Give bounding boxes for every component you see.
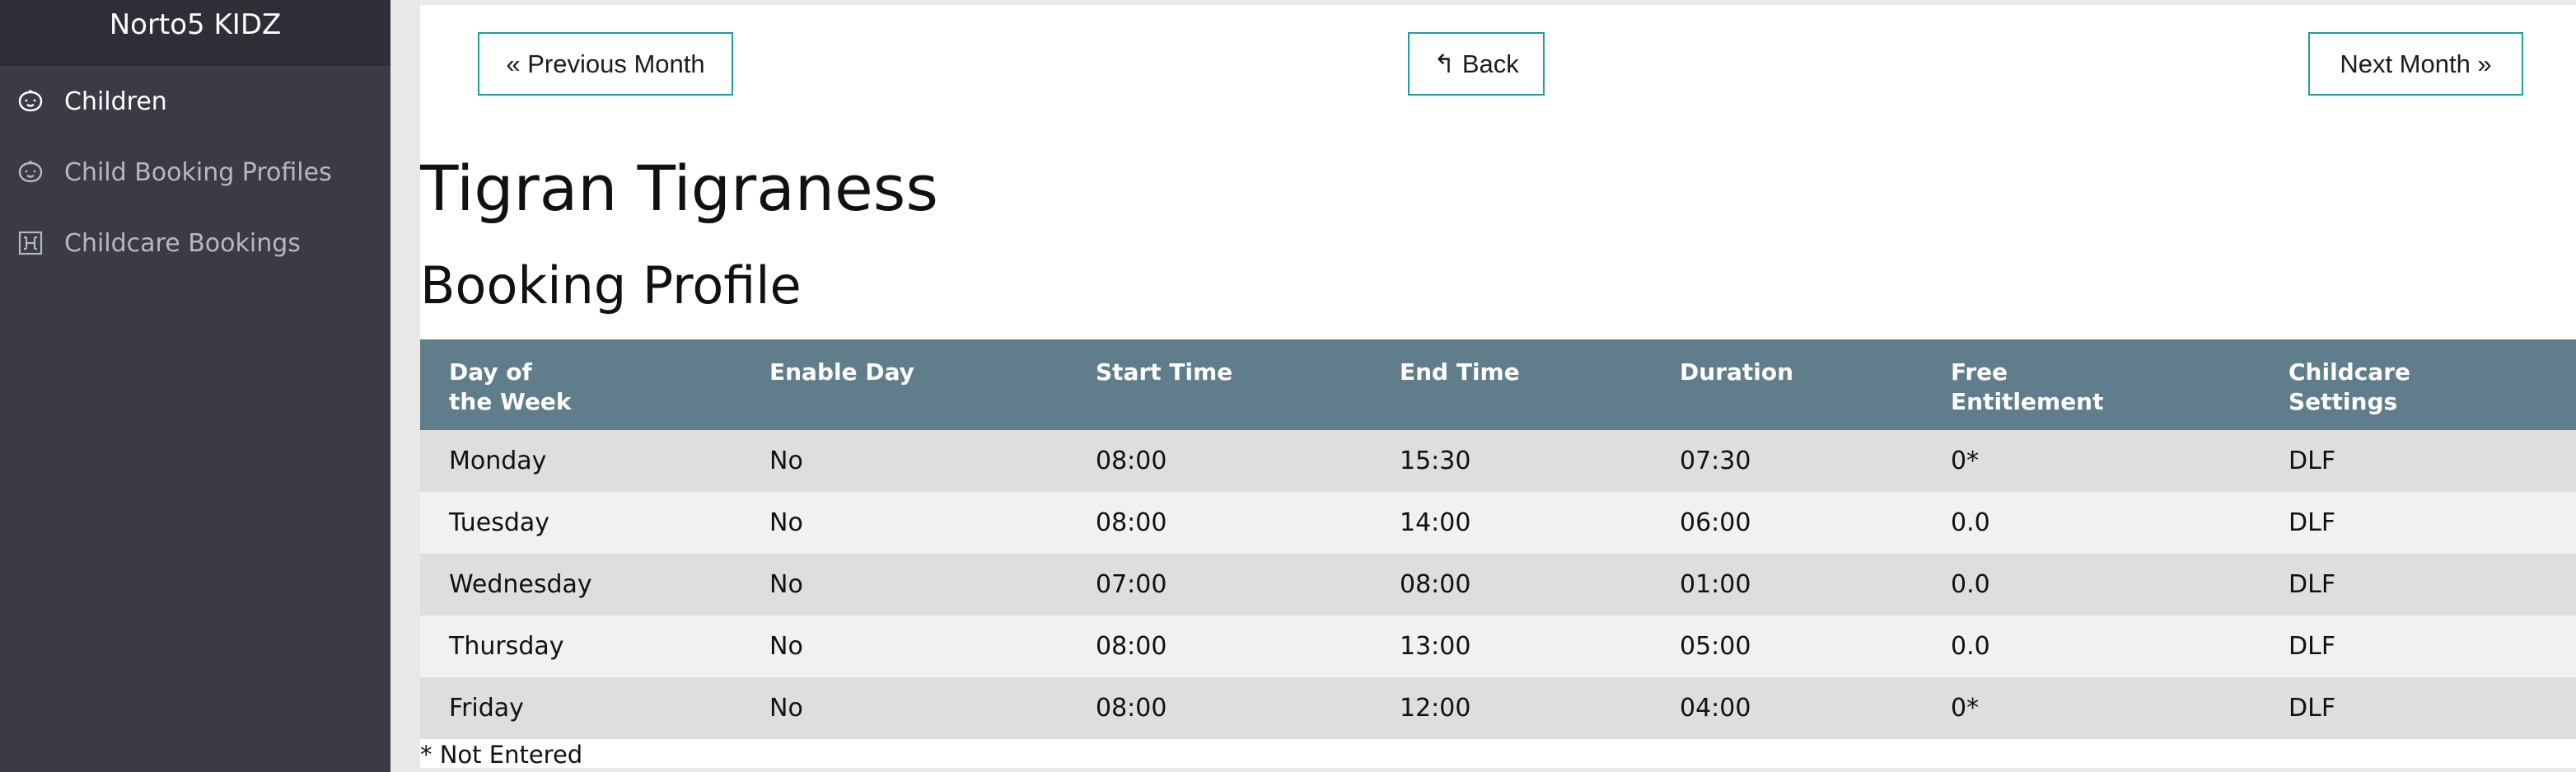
footnote: * Not Entered [420,741,583,768]
table-cell: DLF [2288,554,2576,615]
sidebar-item-label: Childcare Bookings [64,228,301,258]
table-cell: DLF [2288,430,2576,492]
table-cell: 0* [1951,430,2288,492]
table-cell: 15:30 [1400,430,1680,492]
table-row: Friday No 08:00 12:00 04:00 0* DLF [420,677,2576,739]
calendar-h-icon [16,229,44,257]
table-cell: 0* [1951,677,2288,739]
sidebar-item-child-booking-profiles[interactable]: Child Booking Profiles [0,137,390,208]
header-text: Duration [1680,358,1794,386]
table-cell: 0.0 [1951,554,2288,615]
booking-profile-heading: Booking Profile [420,255,802,316]
table-cell: DLF [2288,677,2576,739]
table-cell: Friday [420,677,769,739]
back-button[interactable]: ↰ Back [1408,32,1545,96]
header-text: Free [1951,358,2008,386]
table-cell: 01:00 [1680,554,1951,615]
column-header-childcare-settings: Childcare Settings [2288,339,2576,430]
table-cell: No [769,615,1096,677]
table-cell: Monday [420,430,769,492]
booking-profile-table: Day of the Week Enable Day Start Time End… [420,339,2576,739]
header-text: End Time [1400,358,1520,386]
table-cell: 0.0 [1951,492,2288,554]
table-cell: No [769,492,1096,554]
sidebar-item-label: Children [64,87,167,116]
next-month-button[interactable]: Next Month » [2308,32,2523,96]
child-name-heading: Tigran Tigraness [420,152,938,225]
table-cell: 08:00 [1096,615,1400,677]
sidebar-item-childcare-bookings[interactable]: Childcare Bookings [0,208,390,278]
main-panel: « Previous Month ↰ Back Next Month » Tig… [420,5,2576,768]
column-header-enable-day: Enable Day [769,339,1096,430]
header-text: Childcare [2288,358,2411,386]
table-cell: Tuesday [420,492,769,554]
column-header-duration: Duration [1680,339,1951,430]
table-cell: 05:00 [1680,615,1951,677]
table-cell: 14:00 [1400,492,1680,554]
table-cell: 06:00 [1680,492,1951,554]
header-text: Start Time [1096,358,1233,386]
table-row: Thursday No 08:00 13:00 05:00 0.0 DLF [420,615,2576,677]
child-face-icon [16,87,44,115]
table-cell: 13:00 [1400,615,1680,677]
table-cell: 0.0 [1951,615,2288,677]
table-row: Tuesday No 08:00 14:00 06:00 0.0 DLF [420,492,2576,554]
table-cell: DLF [2288,615,2576,677]
table-row: Monday No 08:00 15:30 07:30 0* DLF [420,430,2576,492]
table-cell: 07:30 [1680,430,1951,492]
sidebar: Norto5 KIDZ Children Child Booking Profi… [0,0,390,772]
header-text: Entitlement [1951,388,2104,415]
child-face-icon [16,158,44,186]
column-header-start-time: Start Time [1096,339,1400,430]
table-cell: 08:00 [1096,430,1400,492]
table-cell: Thursday [420,615,769,677]
table-header-row: Day of the Week Enable Day Start Time End… [420,339,2576,430]
table-cell: DLF [2288,492,2576,554]
table-cell: 08:00 [1400,554,1680,615]
sidebar-item-label: Child Booking Profiles [64,157,332,187]
table-cell: 08:00 [1096,492,1400,554]
table-cell: Wednesday [420,554,769,615]
header-text: Day of [449,358,532,386]
table-cell: 07:00 [1096,554,1400,615]
table-row: Wednesday No 07:00 08:00 01:00 0.0 DLF [420,554,2576,615]
table-cell: No [769,677,1096,739]
previous-month-button[interactable]: « Previous Month [478,32,733,96]
column-header-free-entitlement: Free Entitlement [1951,339,2288,430]
header-text: Enable Day [769,358,914,386]
header-text: the Week [449,388,572,415]
table-cell: No [769,430,1096,492]
sidebar-item-children[interactable]: Children [0,66,390,137]
table-cell: 12:00 [1400,677,1680,739]
brand-title[interactable]: Norto5 KIDZ [0,0,390,66]
table-cell: No [769,554,1096,615]
column-header-end-time: End Time [1400,339,1680,430]
table-cell: 08:00 [1096,677,1400,739]
table-cell: 04:00 [1680,677,1951,739]
header-text: Settings [2288,388,2398,415]
column-header-day: Day of the Week [420,339,769,430]
